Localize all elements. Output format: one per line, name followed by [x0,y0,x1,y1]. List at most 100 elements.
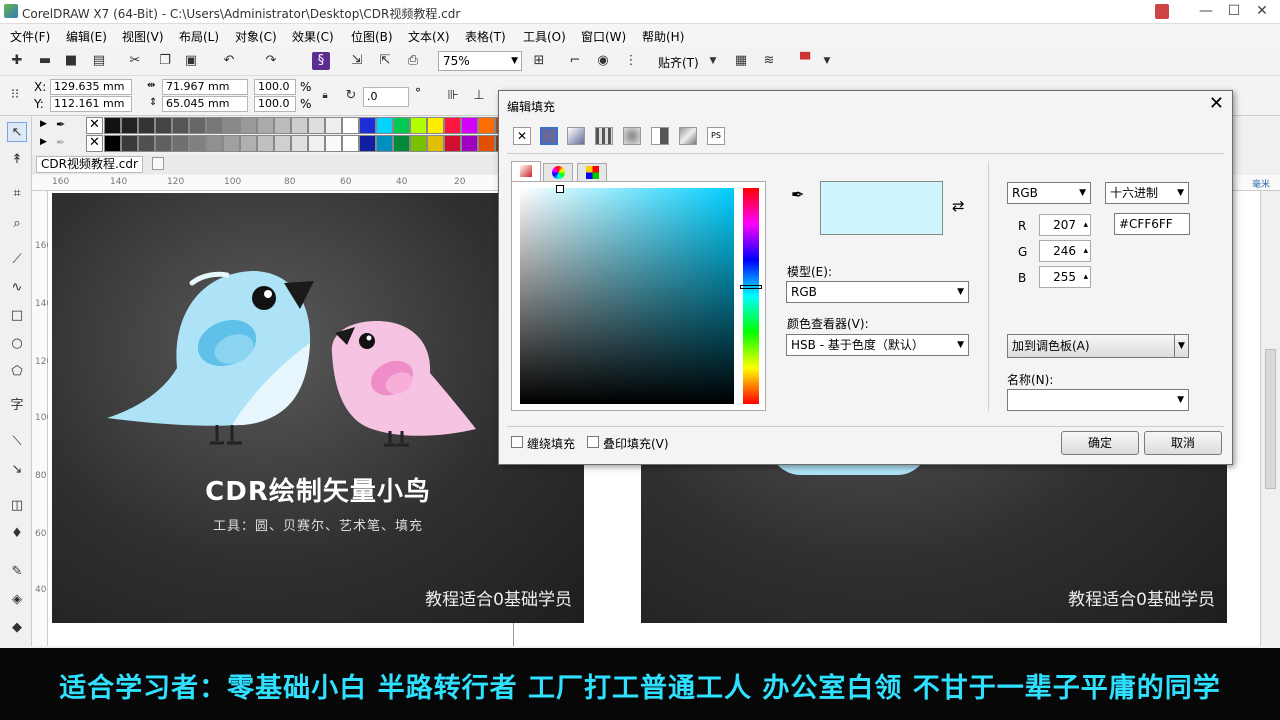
add-to-palette-dropdown[interactable]: ▼ [1174,334,1189,358]
palette-swatch[interactable] [410,135,427,152]
mirror-horizontal-icon[interactable]: ⊪ [444,87,462,105]
freehand-tool-icon[interactable]: ⟋ [7,250,27,270]
palette-swatch[interactable] [121,135,138,152]
fountain-fill-icon[interactable] [567,127,585,145]
transparency-tool-icon[interactable]: ♦ [7,524,27,544]
add-to-palette-button[interactable]: 加到调色板(A) [1007,334,1175,358]
palette-swatch[interactable] [257,117,274,134]
color-viewers-tab[interactable] [511,161,541,182]
redo-icon[interactable]: ↷ [262,52,280,70]
open-folder-icon[interactable]: ▬ [36,52,54,70]
palette-swatch[interactable] [121,117,138,134]
palette-swatch[interactable] [104,135,121,152]
menu-table[interactable]: 表格(T) [465,28,506,45]
rulers-icon[interactable]: ⌐ [566,52,584,70]
color-model-select[interactable]: RGB ▼ [1007,182,1091,204]
preview-icon[interactable]: ◉ [594,52,612,70]
lock-ratio-icon[interactable]: 🔒︎ [316,87,334,105]
drop-shadow-icon[interactable]: ◫ [7,496,27,516]
cut-icon[interactable]: ✂ [126,52,144,70]
palette-swatch[interactable] [155,135,172,152]
palette-swatch[interactable] [325,135,342,152]
rectangle-tool-icon[interactable]: □ [7,306,27,326]
close-window-button[interactable]: ✕ [1242,0,1280,24]
import-icon[interactable]: ⇲ [348,52,366,70]
palette-swatch[interactable] [427,117,444,134]
y-position-field[interactable]: 112.161 mm [50,96,132,112]
palette-swatch[interactable] [172,117,189,134]
saturation-brightness-field[interactable] [520,188,734,404]
text-tool-icon[interactable]: 字 [7,396,27,416]
menu-tools[interactable]: 工具(O) [523,28,566,45]
new-tab-icon[interactable] [152,157,164,170]
menu-edit[interactable]: 编辑(E) [66,28,107,45]
eyedropper-icon[interactable]: ✒ [56,118,65,131]
parallel-dimension-icon[interactable]: ⟍ [7,432,27,452]
color-name-select[interactable]: ▼ [1007,389,1189,411]
palette-swatch[interactable] [376,117,393,134]
palette-swatch[interactable] [274,117,291,134]
mirror-vertical-icon[interactable]: ⊥ [470,87,488,105]
scrollbar-thumb[interactable] [1265,349,1276,489]
palette-swatch[interactable] [291,117,308,134]
spinner-icon[interactable]: ▴ [1083,267,1088,287]
palette-swatch[interactable] [206,135,223,152]
toolbar-options-icon[interactable]: ▀ [796,52,814,70]
uniform-fill-icon[interactable] [540,127,558,145]
palette-swatch[interactable] [427,135,444,152]
g-value-field[interactable]: 246 ▴ [1039,240,1091,262]
palette-expand-icon[interactable]: ▶ [40,119,47,129]
height-field[interactable]: 65.045 mm [162,96,248,112]
scale-x-field[interactable]: 100.0 [254,79,296,95]
menu-effects[interactable]: 效果(C) [292,28,334,45]
chevron-down-icon[interactable]: ▼ [704,52,722,70]
palette-swatch[interactable] [291,135,308,152]
menu-text[interactable]: 文本(X) [408,28,450,45]
palette-swatch[interactable] [257,135,274,152]
hue-slider-handle[interactable] [740,285,762,289]
menu-layout[interactable]: 布局(L) [179,28,219,45]
vertical-ruler[interactable]: 160 140 120 100 80 60 40 [32,191,52,646]
wrap-fill-checkbox[interactable] [511,436,523,448]
eyedropper-icon[interactable]: ✒ [56,136,65,149]
no-fill-swatch[interactable]: ✕ [86,135,103,152]
object-origin-icon[interactable]: ⁝⁝ [6,86,24,104]
full-screen-icon[interactable]: ⊞ [530,52,548,70]
menu-help[interactable]: 帮助(H) [642,28,684,45]
new-document-icon[interactable]: ✚ [8,52,26,70]
b-value-field[interactable]: 255 ▴ [1039,266,1091,288]
rotation-angle-field[interactable]: .0 [363,87,409,107]
copy-icon[interactable]: ❐ [156,52,174,70]
palette-swatch[interactable] [342,117,359,134]
pick-tool-icon[interactable]: ↖ [7,122,27,142]
swap-colors-icon[interactable]: ⇄ [952,197,965,215]
snap-to-dropdown[interactable]: 贴齐(T) [658,54,699,71]
polygon-tool-icon[interactable]: ⬠ [7,362,27,382]
palette-swatch[interactable] [461,135,478,152]
texture-fill-icon[interactable] [679,127,697,145]
palette-swatch[interactable] [393,117,410,134]
palette-swatch[interactable] [342,135,359,152]
palette-swatch[interactable] [308,117,325,134]
palette-swatch[interactable] [223,117,240,134]
menu-file[interactable]: 文件(F) [10,28,50,45]
spinner-icon[interactable]: ▴ [1083,241,1088,261]
palette-swatch[interactable] [155,117,172,134]
smart-fill-icon[interactable]: ◆ [7,618,27,638]
no-fill-swatch[interactable]: ✕ [86,117,103,134]
color-eyedropper-icon[interactable]: ✎ [7,562,27,582]
undo-icon[interactable]: ↶ [220,52,238,70]
menu-window[interactable]: 窗口(W) [581,28,626,45]
r-value-field[interactable]: 207 ▴ [1039,214,1091,236]
save-icon[interactable]: ■ [62,52,80,70]
ok-button[interactable]: 确定 [1061,431,1139,455]
spinner-icon[interactable]: ▴ [1083,215,1088,235]
zoom-tool-icon[interactable]: ⌕ [7,214,27,234]
hue-slider[interactable] [743,188,759,404]
crop-tool-icon[interactable]: ⌗ [7,184,27,204]
application-launcher-icon[interactable]: ≋ [760,52,778,70]
palette-swatch[interactable] [461,117,478,134]
palette-swatch[interactable] [189,135,206,152]
shape-tool-icon[interactable]: ↟ [7,150,27,170]
color-viewer-select[interactable]: HSB - 基于色度（默认） ▼ [786,334,969,356]
